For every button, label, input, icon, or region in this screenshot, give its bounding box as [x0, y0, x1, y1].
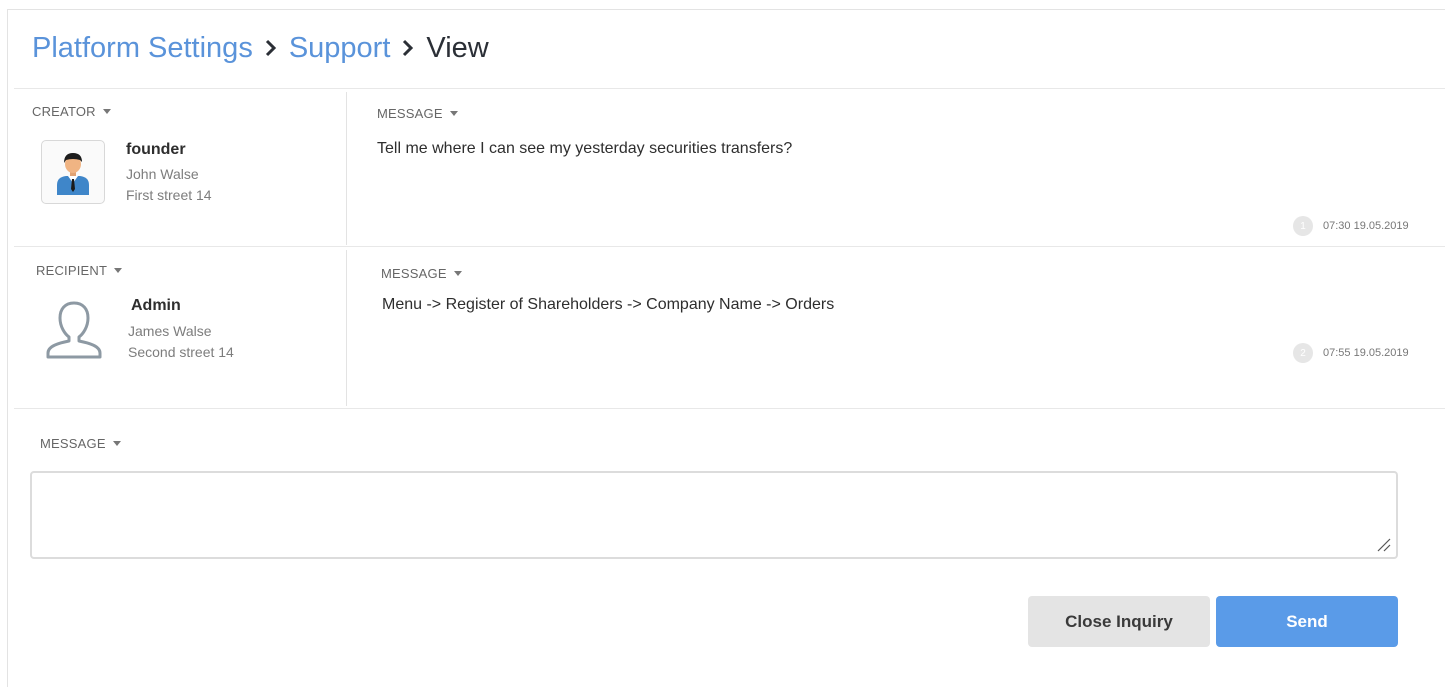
timestamp-text: 07:55 19.05.2019 — [1323, 347, 1409, 359]
creator-sort-header[interactable]: CREATOR — [32, 104, 111, 119]
user-outline-icon — [46, 301, 102, 359]
column-divider — [346, 250, 347, 406]
recipient-sort-header[interactable]: RECIPIENT — [36, 263, 123, 278]
breadcrumb: Platform Settings Support View — [32, 30, 489, 66]
businessman-avatar-icon — [57, 153, 89, 195]
message-label: MESSAGE — [381, 266, 447, 281]
recipient-full-name: James Walse — [128, 323, 212, 339]
message-timestamp: 2 07:55 19.05.2019 — [1293, 343, 1409, 363]
caret-down-icon — [112, 441, 121, 446]
creator-label: CREATOR — [32, 104, 96, 119]
message-sort-header[interactable]: MESSAGE — [381, 266, 462, 281]
recipient-label: RECIPIENT — [36, 263, 108, 278]
send-button[interactable]: Send — [1216, 596, 1398, 647]
breadcrumb-platform-settings[interactable]: Platform Settings — [32, 32, 253, 65]
divider — [14, 408, 1445, 409]
close-inquiry-button[interactable]: Close Inquiry — [1028, 596, 1210, 647]
caret-down-icon — [102, 109, 111, 114]
caret-down-icon — [453, 271, 462, 276]
recipient-username: Admin — [131, 297, 181, 314]
message-sort-header[interactable]: MESSAGE — [377, 106, 458, 121]
message-text: Tell me where I can see my yesterday sec… — [377, 140, 793, 157]
timestamp-text: 07:30 19.05.2019 — [1323, 220, 1409, 232]
reply-message-label: MESSAGE — [40, 436, 106, 451]
creator-username: founder — [126, 141, 186, 158]
recipient-avatar — [42, 298, 106, 362]
message-index-badge: 2 — [1293, 343, 1313, 363]
reply-message-input[interactable] — [30, 471, 1398, 559]
recipient-address: Second street 14 — [128, 344, 234, 360]
column-divider — [346, 92, 347, 245]
divider — [14, 88, 1445, 89]
divider — [14, 246, 1445, 247]
creator-avatar — [41, 140, 105, 204]
creator-address: First street 14 — [126, 187, 212, 203]
message-label: MESSAGE — [377, 106, 443, 121]
creator-full-name: John Walse — [126, 166, 199, 182]
resize-handle-icon[interactable] — [1375, 536, 1391, 552]
breadcrumb-support[interactable]: Support — [289, 32, 391, 65]
chevron-right-icon — [253, 39, 289, 57]
breadcrumb-view: View — [426, 31, 489, 64]
message-index-badge: 1 — [1293, 216, 1313, 236]
chevron-right-icon — [390, 39, 426, 57]
reply-message-header[interactable]: MESSAGE — [40, 436, 121, 451]
message-timestamp: 1 07:30 19.05.2019 — [1293, 216, 1409, 236]
caret-down-icon — [449, 111, 458, 116]
message-text: Menu -> Register of Shareholders -> Comp… — [382, 296, 835, 313]
caret-down-icon — [114, 268, 123, 273]
